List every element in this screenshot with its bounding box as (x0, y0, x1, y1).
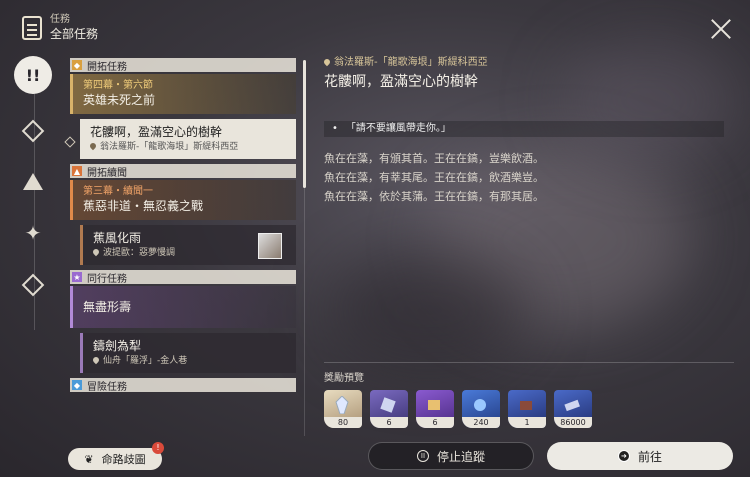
adventure-category-icon: ◆ (72, 380, 82, 390)
trailblaze-category-icon: ◆ (72, 60, 82, 70)
map-button-label: 命路歧圖 (101, 453, 146, 466)
mission-list: ◆ 開拓任務 第四幕・第六節 英雄未死之前 花髏啊，盈滿空心的樹幹 翁法羅斯-「… (70, 58, 296, 434)
header-small-title: 任務 (50, 14, 70, 25)
rail-companion-side-button[interactable] (14, 162, 52, 200)
location-pin-icon (322, 57, 332, 67)
stop-tracking-button[interactable]: II 停止追蹤 (368, 442, 534, 470)
reward-qty: 86000 (554, 417, 592, 428)
rail-companion-button[interactable]: ✦ (14, 214, 52, 252)
star-icon: ✦ (24, 221, 42, 245)
category-adventure: ◆ 冒險任務 (70, 378, 296, 393)
book-icon (428, 400, 440, 410)
category-label: 開拓任務 (87, 61, 127, 73)
reward-item[interactable]: 86000 (554, 390, 592, 428)
reward-item[interactable]: 240 (462, 390, 500, 428)
triangle-icon (23, 172, 43, 190)
stop-button-label: 停止追蹤 (436, 449, 485, 464)
mission-location: 仙舟「羅浮」-金人巷 (103, 356, 188, 366)
description-line: 魚在在藻，有莘其尾。王在在鎬，飲酒樂豈。 (324, 171, 544, 184)
category-companion-side: ▲ 開拓續聞 (70, 164, 296, 179)
rewards-divider (324, 362, 734, 363)
chest-icon (520, 401, 532, 410)
leaf-icon: ❦ (84, 452, 94, 466)
exclamation-icon: !! (25, 65, 41, 85)
mission-card[interactable]: 蕉風化雨 波提歐：惡夢慢調 (80, 225, 296, 265)
category-label: 冒險任務 (87, 381, 127, 393)
reward-qty: 80 (324, 417, 362, 428)
category-companion: ★ 同行任務 (70, 270, 296, 285)
mission-card[interactable]: 無盡形壽 (70, 286, 296, 328)
description-line: 魚在在藻，依於其蒲。王在在鎬，有那其居。 (324, 190, 544, 203)
mission-card[interactable]: 第三幕・續聞一 蕉惡非道・無忍義之戰 (70, 180, 296, 220)
category-label: 開拓續聞 (87, 167, 127, 179)
credit-icon (564, 399, 580, 412)
reward-qty: 240 (462, 417, 500, 428)
destiny-map-button[interactable]: ❦ 命路歧圖 ! (68, 442, 164, 470)
list-scrollbar[interactable] (303, 60, 306, 188)
page-header: 任務 全部任務 (22, 14, 98, 42)
mission-book-icon (22, 16, 42, 40)
mission-title: 無盡形壽 (83, 299, 132, 314)
mission-title: 鑄劍為犁 (93, 339, 142, 353)
rewards-label: 獎勵預覽 (324, 373, 364, 384)
location-pin-icon (88, 141, 98, 151)
reward-item[interactable]: 6 (370, 390, 408, 428)
pause-icon: II (416, 450, 429, 462)
mission-location: 波提歐：惡夢慢調 (103, 248, 176, 258)
rail-trailblaze-button[interactable] (14, 112, 52, 150)
mission-card[interactable]: 第四幕・第六節 英雄未死之前 (70, 74, 296, 114)
character-portrait (258, 233, 282, 259)
mission-detail: 翁法羅斯-「龍歌海垠」斯緹科西亞 花髏啊，盈滿空心的樹幹 「請不要讓風帶走你。」… (322, 56, 724, 206)
close-icon[interactable] (710, 18, 732, 40)
rewards-preview: 獎勵預覽 80 6 6 240 1 86000 (324, 362, 734, 428)
rail-adventure-button[interactable] (14, 266, 52, 304)
go-button[interactable]: ➜ 前往 (547, 442, 733, 470)
mission-card-selected[interactable]: 花髏啊，盈滿空心的樹幹 翁法羅斯-「龍歌海垠」斯緹科西亞 (80, 119, 296, 159)
location-pin-icon (91, 355, 101, 365)
crystal-icon (335, 396, 349, 414)
mission-location: 翁法羅斯-「龍歌海垠」斯緹科西亞 (100, 142, 239, 152)
detail-location: 翁法羅斯-「龍歌海垠」斯緹科西亞 (334, 57, 488, 68)
mission-title: 花髏啊，盈滿空心的樹幹 (90, 125, 223, 139)
mission-title: 英雄未死之前 (83, 93, 156, 107)
reward-item[interactable]: 80 (324, 390, 362, 428)
detail-title: 花髏啊，盈滿空心的樹幹 (324, 74, 478, 90)
companion-category-icon: ★ (72, 272, 82, 282)
location-pin-icon (91, 247, 101, 257)
rail-all-button[interactable]: !! (14, 56, 52, 94)
companion-side-category-icon: ▲ (72, 166, 82, 176)
detail-objective: 「請不要讓風帶走你。」 (324, 121, 724, 137)
reward-qty: 6 (370, 417, 408, 428)
mission-card[interactable]: 鑄劍為犁 仙舟「羅浮」-金人巷 (80, 333, 296, 373)
arrow-right-icon: ➜ (617, 450, 630, 462)
mission-chapter: 第四幕・第六節 (83, 80, 153, 91)
category-trailblaze: ◆ 開拓任務 (70, 58, 296, 73)
diamond-outline-icon (21, 273, 45, 297)
reward-item[interactable]: 6 (416, 390, 454, 428)
reward-item[interactable]: 1 (508, 390, 546, 428)
diamond-icon (21, 119, 45, 143)
go-button-label: 前往 (637, 449, 662, 464)
notification-badge: ! (152, 442, 164, 454)
dust-icon (474, 399, 486, 411)
ticket-icon (380, 397, 396, 413)
description-line: 魚在在藻，有頒其首。王在在鎬，豈樂飲酒。 (324, 152, 544, 165)
reward-qty: 6 (416, 417, 454, 428)
mission-chapter: 第三幕・續聞一 (83, 186, 153, 197)
page-title: 全部任務 (50, 27, 99, 41)
category-label: 同行任務 (87, 273, 127, 285)
mission-title: 蕉惡非道・無忍義之戰 (83, 199, 204, 213)
detail-description: 魚在在藻，有頒其首。王在在鎬，豈樂飲酒。 魚在在藻，有莘其尾。王在在鎬，飲酒樂豈… (324, 149, 724, 206)
reward-qty: 1 (508, 417, 546, 428)
